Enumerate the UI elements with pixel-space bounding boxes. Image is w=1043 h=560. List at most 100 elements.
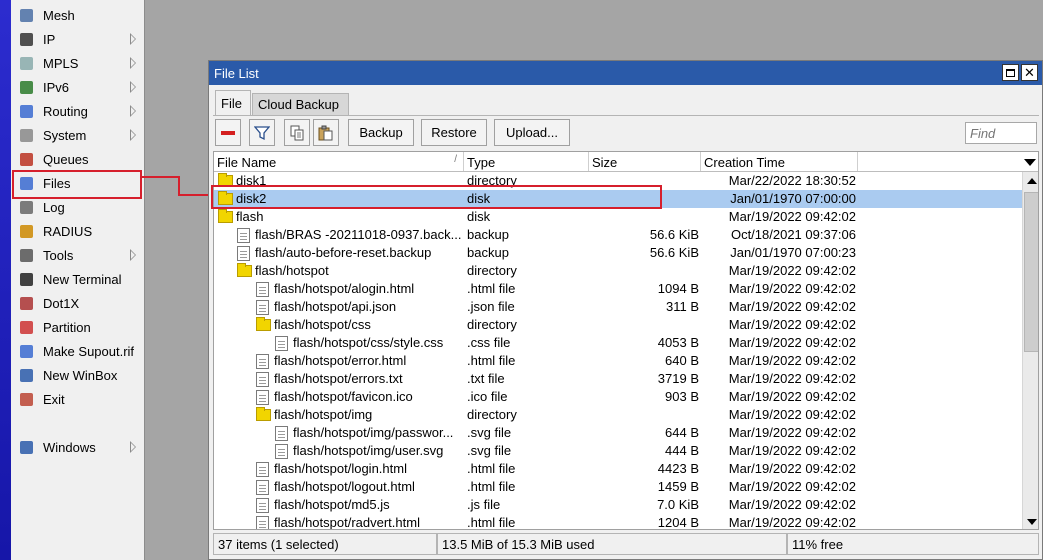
sidebar-item-exit[interactable]: Exit <box>14 387 142 411</box>
table-row[interactable]: flash/hotspot/alogin.html .html file 1094 … <box>214 280 1022 298</box>
supout-icon <box>18 343 34 359</box>
scrollbar-thumb[interactable] <box>1024 192 1038 352</box>
cell-size: 903 B <box>665 389 699 404</box>
table-row[interactable]: flash/hotspot/css/style.css .css file 4053… <box>214 334 1022 352</box>
submenu-arrow-icon <box>130 57 136 69</box>
file-name-text: flash/hotspot <box>255 263 329 278</box>
cell-creation-time: Mar/19/2022 09:42:02 <box>728 263 856 278</box>
sidebar-item-routing[interactable]: Routing <box>14 99 142 123</box>
backup-button[interactable]: Backup <box>348 119 414 146</box>
column-header-file-name[interactable]: File Name / <box>214 152 464 171</box>
cell-size: 7.0 KiB <box>657 497 699 512</box>
cell-creation-time: Mar/19/2022 09:42:02 <box>728 461 856 476</box>
upload-button[interactable]: Upload... <box>494 119 570 146</box>
cell-file-name: flash/BRAS -20211018-0937.back... <box>214 227 464 244</box>
sidebar-item-label: Dot1X <box>43 295 80 311</box>
column-header-creation-time[interactable]: Creation Time <box>701 152 858 171</box>
sidebar-item-windows[interactable]: Windows <box>14 435 142 459</box>
sidebar-item-label: New Terminal <box>43 271 122 287</box>
cell-size: 640 B <box>665 353 699 368</box>
mesh-icon <box>18 7 34 23</box>
paste-icon <box>318 125 333 140</box>
table-row[interactable]: flash/hotspot/login.html .html file 4423 B… <box>214 460 1022 478</box>
tab-file[interactable]: File <box>215 90 251 116</box>
cell-creation-time: Mar/19/2022 09:42:02 <box>728 407 856 422</box>
table-row[interactable]: flash disk Mar/19/2022 09:42:02 <box>214 208 1022 226</box>
cell-creation-time: Mar/19/2022 09:42:02 <box>728 335 856 350</box>
ip-icon <box>18 31 34 47</box>
sidebar-item-label: New WinBox <box>43 367 118 383</box>
file-name-text: flash/hotspot/css/style.css <box>293 335 444 350</box>
cell-file-name: flash/hotspot/md5.js <box>214 497 464 514</box>
scroll-down-icon[interactable] <box>1023 513 1038 529</box>
scroll-up-icon[interactable] <box>1023 172 1038 189</box>
sidebar-item-ip[interactable]: IP <box>14 27 142 51</box>
table-row[interactable]: flash/hotspot/favicon.ico .ico file 903 B M… <box>214 388 1022 406</box>
vertical-scrollbar[interactable] <box>1022 172 1038 529</box>
sidebar-item-system[interactable]: System <box>14 123 142 147</box>
cell-creation-time: Mar/19/2022 09:42:02 <box>728 299 856 314</box>
file-name-text: flash/hotspot/md5.js <box>274 497 390 512</box>
sidebar-item-mpls[interactable]: MPLS <box>14 51 142 75</box>
file-icon <box>256 462 269 477</box>
table-row[interactable]: flash/hotspot/img/user.svg .svg file 444 B… <box>214 442 1022 460</box>
tab-cloud-backup[interactable]: Cloud Backup <box>252 93 349 116</box>
table-row[interactable]: flash/auto-before-reset.backup backup 56.6… <box>214 244 1022 262</box>
copy-icon <box>290 125 304 140</box>
copy-button[interactable] <box>284 119 310 146</box>
restore-button[interactable]: Restore <box>421 119 487 146</box>
sidebar-item-make-supout-rif[interactable]: Make Supout.rif <box>14 339 142 363</box>
sidebar-item-partition[interactable]: Partition <box>14 315 142 339</box>
table-row[interactable]: flash/hotspot/img/passwor... .svg file 644… <box>214 424 1022 442</box>
paste-button[interactable] <box>313 119 339 146</box>
submenu-arrow-icon <box>130 105 136 117</box>
sidebar-item-label: System <box>43 127 87 143</box>
remove-button[interactable] <box>215 119 241 146</box>
table-row[interactable]: flash/hotspot/md5.js .js file 7.0 KiB Mar/1… <box>214 496 1022 514</box>
table-row[interactable]: flash/hotspot directory Mar/19/2022 09:42:… <box>214 262 1022 280</box>
sidebar-item-ipv6[interactable]: IPv6 <box>14 75 142 99</box>
file-name-text: flash/hotspot/error.html <box>274 353 407 368</box>
cell-file-name: flash/hotspot <box>214 263 464 280</box>
table-row[interactable]: flash/hotspot/img directory Mar/19/2022 09… <box>214 406 1022 424</box>
table-header: File Name / Type Size Creation Time <box>214 152 1038 172</box>
table-row[interactable]: flash/hotspot/errors.txt .txt file 3719 B M… <box>214 370 1022 388</box>
column-menu-chevron-down-icon[interactable] <box>1022 154 1038 170</box>
cell-creation-time: Mar/19/2022 09:42:02 <box>728 209 856 224</box>
sidebar-item-label: IPv6 <box>43 79 70 95</box>
table-row[interactable]: flash/hotspot/error.html .html file 640 B M… <box>214 352 1022 370</box>
table-row[interactable]: flash/hotspot/logout.html .html file 1459 … <box>214 478 1022 496</box>
cell-size <box>589 407 699 424</box>
sidebar-item-new-winbox[interactable]: New WinBox <box>14 363 142 387</box>
sidebar-item-mesh[interactable]: Mesh <box>14 3 142 27</box>
folder-icon <box>256 407 271 421</box>
find-input[interactable] <box>965 122 1037 144</box>
sidebar-item-radius[interactable]: RADIUS <box>14 219 142 243</box>
sidebar-item-label: Partition <box>43 319 91 335</box>
column-header-type[interactable]: Type <box>464 152 589 171</box>
mpls-icon <box>18 55 34 71</box>
sidebar-item-dot1x[interactable]: Dot1X <box>14 291 142 315</box>
sidebar-item-tools[interactable]: Tools <box>14 243 142 267</box>
table-row[interactable]: flash/hotspot/radvert.html .html file 1204… <box>214 514 1022 530</box>
maximize-icon[interactable] <box>1002 64 1019 81</box>
window-titlebar[interactable]: File List ✕ <box>209 61 1042 85</box>
close-icon[interactable]: ✕ <box>1021 64 1038 81</box>
filter-button[interactable] <box>249 119 275 146</box>
sidebar-item-new-terminal[interactable]: New Terminal <box>14 267 142 291</box>
cell-file-name: flash/hotspot/img/user.svg <box>214 443 464 460</box>
file-icon <box>237 246 250 261</box>
cell-creation-time: Mar/19/2022 09:42:02 <box>728 515 856 530</box>
table-row[interactable]: flash/BRAS -20211018-0937.back... backup 5… <box>214 226 1022 244</box>
cell-size: 4053 B <box>657 335 699 350</box>
file-list-window: File List ✕ File Cloud Backup Backup Res… <box>208 60 1043 560</box>
cell-size: 1204 B <box>657 515 699 530</box>
table-row[interactable]: flash/hotspot/api.json .json file 311 B Mar… <box>214 298 1022 316</box>
sidebar-item-queues[interactable]: Queues <box>14 147 142 171</box>
annotation-highlight-files <box>12 170 142 199</box>
column-header-size[interactable]: Size <box>589 152 701 171</box>
file-icon <box>275 426 288 441</box>
sidebar-item-label: MPLS <box>43 55 79 71</box>
status-free-space: 11% free <box>787 533 1039 555</box>
table-row[interactable]: flash/hotspot/css directory Mar/19/2022 09… <box>214 316 1022 334</box>
